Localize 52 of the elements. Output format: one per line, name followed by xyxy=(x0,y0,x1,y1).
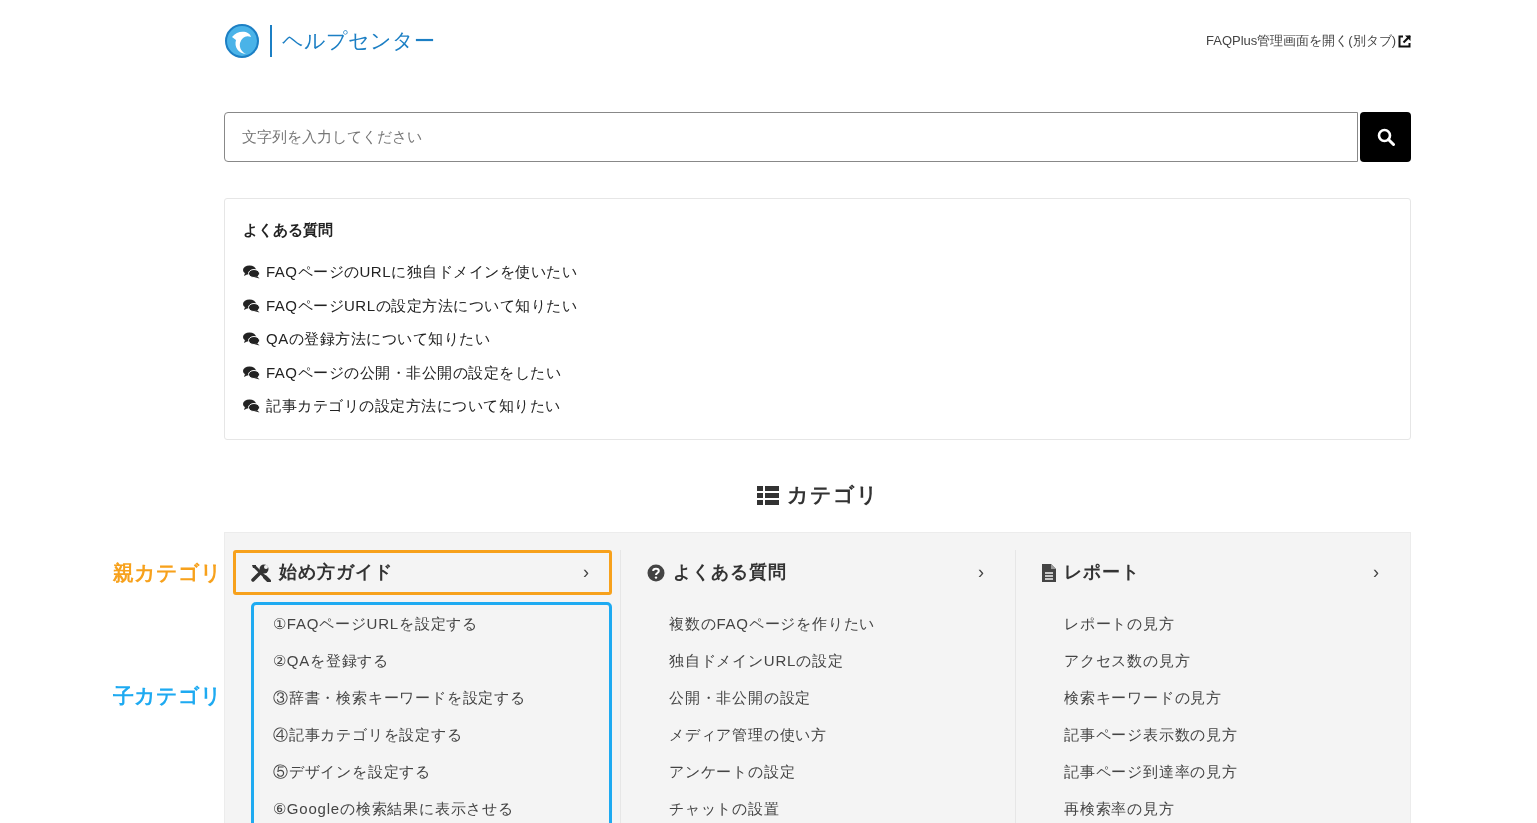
category-article-link[interactable]: 記事ページ到達率の見方 xyxy=(1064,754,1399,791)
chevron-icon: › xyxy=(583,559,589,586)
category-article-link[interactable]: 独自ドメインURLの設定 xyxy=(669,643,1004,680)
chat-bubbles-icon xyxy=(243,265,260,280)
dolphin-logo-icon xyxy=(224,23,260,59)
faq-heading: よくある質問 xyxy=(243,220,334,240)
category-article-link[interactable]: アクセス数の見方 xyxy=(1064,643,1399,680)
category-title: 始め方ガイド xyxy=(279,561,394,584)
chat-bubbles-icon xyxy=(243,332,260,347)
popular-question-link[interactable]: FAQページのURLに独自ドメインを使いたい xyxy=(266,261,577,284)
category-article-link[interactable]: ④記事カテゴリを設定する xyxy=(273,717,609,754)
popular-question-link[interactable]: FAQページの公開・非公開の設定をしたい xyxy=(266,361,561,384)
popular-question-link[interactable]: 記事カテゴリの設定方法について知りたい xyxy=(266,395,561,418)
document-icon xyxy=(1042,563,1056,582)
category-title: レポート xyxy=(1064,561,1141,584)
question-circle-icon xyxy=(647,563,665,582)
category-article-link[interactable]: ③辞書・検索キーワードを設定する xyxy=(273,680,609,717)
category-article-link[interactable]: 再検索率の見方 xyxy=(1064,791,1399,823)
search-button[interactable] xyxy=(1360,112,1411,162)
list-icon xyxy=(756,485,779,505)
chevron-icon: › xyxy=(1373,559,1379,586)
category-article-link[interactable]: 記事ページ表示数の見方 xyxy=(1064,717,1399,754)
chat-bubbles-icon xyxy=(243,298,260,313)
category-article-link[interactable]: レポートの見方 xyxy=(1064,606,1399,643)
popular-question-link[interactable]: QAの登録方法について知りたい xyxy=(266,328,491,351)
category-article-link[interactable]: ⑥Googleの検索結果に表示させる xyxy=(273,791,609,823)
search-field[interactable]: 文字列を入力してください xyxy=(224,112,1358,162)
category-article-link[interactable]: ①FAQページURLを設定する xyxy=(273,606,609,643)
child-category-label: 子カテゴリ xyxy=(113,683,222,709)
category-header[interactable]: レポート › xyxy=(1024,550,1402,595)
category-article-link[interactable]: 複数のFAQページを作りたい xyxy=(669,606,1004,643)
chevron-icon: › xyxy=(978,559,984,586)
search-icon xyxy=(1376,128,1395,146)
category-article-link[interactable]: ②QAを登録する xyxy=(273,643,609,680)
external-link-icon xyxy=(1398,34,1411,48)
category-header[interactable]: よくある質問 › xyxy=(629,550,1007,595)
chat-bubbles-icon xyxy=(243,399,260,414)
category-header[interactable]: 始め方ガイド › xyxy=(233,550,612,595)
parent-category-label: 親カテゴリ xyxy=(113,560,222,586)
category-heading: カテゴリ xyxy=(786,482,879,509)
category-article-link[interactable]: ⑤デザインを設定する xyxy=(273,754,609,791)
chat-bubbles-icon xyxy=(243,365,260,380)
tools-icon xyxy=(251,563,271,582)
category-article-link[interactable]: チャットの設置 xyxy=(669,791,1004,823)
site-title: ヘルプセンター xyxy=(282,28,435,55)
category-article-link[interactable]: メディア管理の使い方 xyxy=(669,717,1004,754)
category-article-link[interactable]: アンケートの設定 xyxy=(669,754,1004,791)
popular-question-link[interactable]: FAQページURLの設定方法について知りたい xyxy=(266,294,577,317)
category-article-link[interactable]: 検索キーワードの見方 xyxy=(1064,680,1399,717)
category-title: よくある質問 xyxy=(673,561,788,584)
category-article-link[interactable]: 公開・非公開の設定 xyxy=(669,680,1004,717)
admin-link[interactable]: FAQPlus管理画面を開く(別タブ) xyxy=(1206,31,1411,51)
